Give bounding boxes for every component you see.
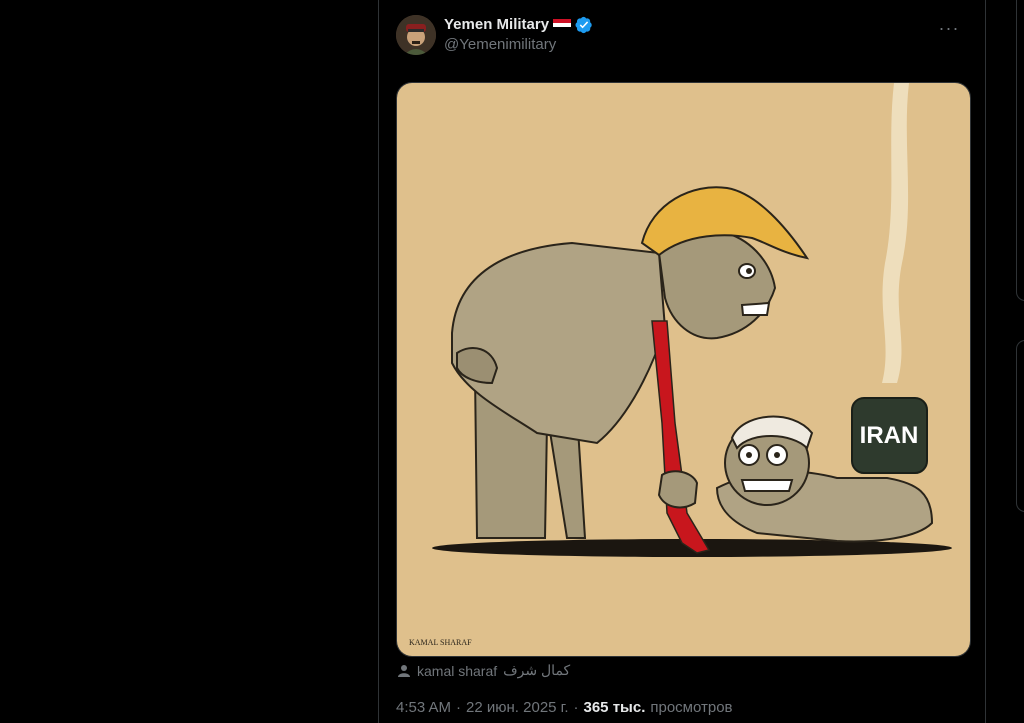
post-image[interactable]: IRAN KAMAL SHARAF (396, 82, 971, 657)
author-display-name[interactable]: Yemen Military (444, 15, 549, 35)
verified-badge-icon (575, 16, 592, 34)
credit-name-arabic[interactable]: كمال شرف (503, 662, 570, 679)
post-header: Yemen Military @Yemenimilitary ··· (396, 14, 969, 58)
artist-signature: KAMAL SHARAF (409, 638, 472, 647)
left-empty-column (0, 0, 378, 723)
cartoon-illustration: IRAN KAMAL SHARAF (397, 83, 970, 656)
iran-label: IRAN (860, 422, 919, 449)
right-sidebar-card-edge-2 (1016, 340, 1024, 512)
image-credit: kamal sharaf كمال شرف (397, 662, 570, 679)
meta-separator: · (573, 699, 579, 716)
views-label: просмотров (650, 699, 733, 716)
post: Yemen Military @Yemenimilitary ··· IRAN … (379, 0, 985, 723)
author-display-name-row[interactable]: Yemen Military (444, 15, 593, 35)
right-sidebar-card-edge (1016, 0, 1024, 301)
meta-separator: · (456, 699, 462, 716)
more-horizontal-icon[interactable]: ··· (935, 14, 963, 42)
views-count: 365 тыс. (583, 699, 646, 716)
post-time[interactable]: 4:53 AM (396, 699, 451, 716)
post-meta: 4:53 AM · 22 июн. 2025 г. · 365 тыс. про… (396, 699, 733, 716)
yemen-flag-icon (553, 19, 572, 31)
person-icon (398, 664, 410, 677)
author-names: Yemen Military @Yemenimilitary (444, 15, 593, 55)
author-avatar[interactable] (396, 15, 436, 55)
column-divider-right (985, 0, 986, 723)
credit-name[interactable]: kamal sharaf (417, 663, 497, 679)
author-handle[interactable]: @Yemenimilitary (444, 35, 593, 55)
post-date[interactable]: 22 июн. 2025 г. (466, 699, 568, 716)
